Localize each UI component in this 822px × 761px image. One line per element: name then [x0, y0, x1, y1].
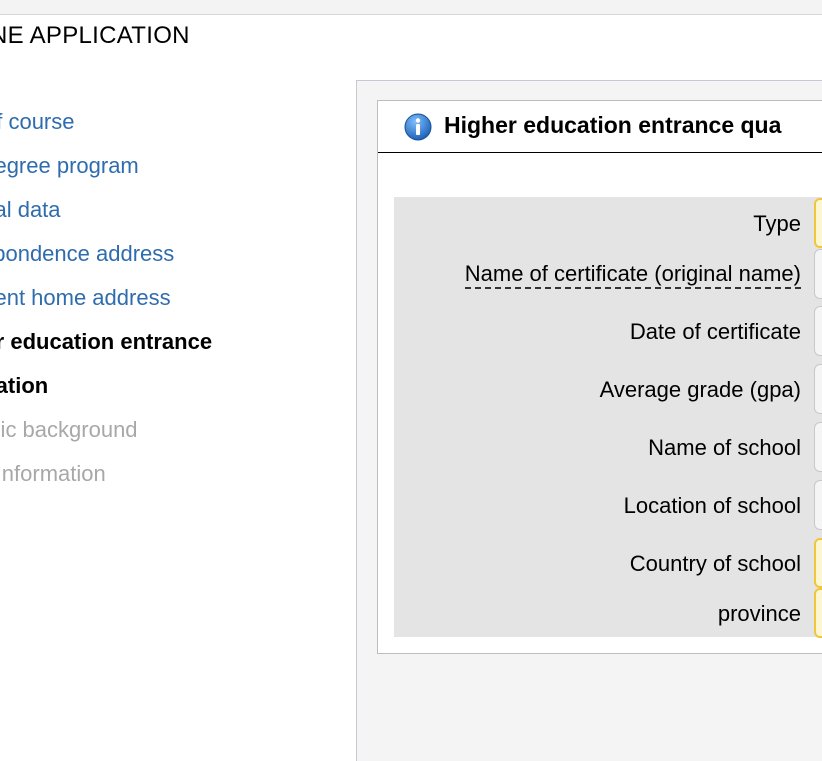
average-grade-input[interactable]	[814, 364, 822, 414]
certificate-name-label[interactable]: Name of certificate (original name)	[464, 261, 801, 289]
school-name-input[interactable]	[814, 422, 822, 472]
average-grade-label: Average grade (gpa)	[599, 377, 801, 402]
school-name-label: Name of school	[648, 435, 801, 460]
sidebar-item-correspondence-address[interactable]: espondence address	[0, 232, 345, 276]
sidebar-item-personal-data[interactable]: onal data	[0, 188, 345, 232]
certificate-name-input[interactable]	[814, 249, 822, 299]
panel-title: Higher education entrance qua	[444, 112, 782, 138]
qualification-panel: Higher education entrance qua Type Name …	[377, 100, 822, 654]
certificate-date-input[interactable]	[814, 306, 822, 356]
school-country-label: Country of school	[629, 551, 801, 576]
panel-header: Higher education entrance qua	[378, 101, 822, 153]
type-label: Type	[753, 211, 801, 236]
school-location-label: Location of school	[623, 493, 801, 518]
school-country-select[interactable]	[814, 538, 822, 588]
app-title: NE APPLICATION	[0, 22, 190, 49]
sidebar-item-permanent-home-address[interactable]: anent home address	[0, 276, 345, 320]
certificate-date-label: Date of certificate	[629, 319, 801, 344]
qualification-form: Type Name of certificate (original name)…	[394, 197, 822, 638]
info-icon	[404, 113, 432, 141]
province-label: province	[717, 601, 801, 626]
sidebar-item-label: her education entrance	[0, 329, 213, 354]
type-select[interactable]	[814, 198, 822, 248]
sidebar-item-type-of-course[interactable]: of course	[0, 100, 345, 144]
sidebar-item-higher-education-entrance[interactable]: her education entrance	[0, 320, 345, 364]
province-select[interactable]	[814, 588, 822, 638]
sidebar-item-label: t degree program	[0, 153, 139, 178]
main-content: Higher education entrance qua Type Name …	[356, 80, 822, 761]
sidebar-item-label: onal data	[0, 197, 61, 222]
sidebar-item-label: of course	[0, 109, 75, 134]
sidebar-item-label: emic background	[0, 417, 138, 442]
sidebar-item-label: fication	[0, 373, 49, 398]
sidebar-item-qualification[interactable]: fication	[0, 364, 345, 408]
sidebar-item-label: espondence address	[0, 241, 175, 266]
sidebar-item-other-information: er Information	[0, 452, 345, 496]
sidebar-nav: of course t degree program onal data esp…	[0, 100, 345, 496]
browser-top-bar	[0, 0, 822, 15]
sidebar-item-label: er Information	[0, 461, 106, 486]
school-location-input[interactable]	[814, 480, 822, 530]
sidebar-item-degree-program[interactable]: t degree program	[0, 144, 345, 188]
sidebar-item-label: anent home address	[0, 285, 171, 310]
sidebar-item-academic-background: emic background	[0, 408, 345, 452]
